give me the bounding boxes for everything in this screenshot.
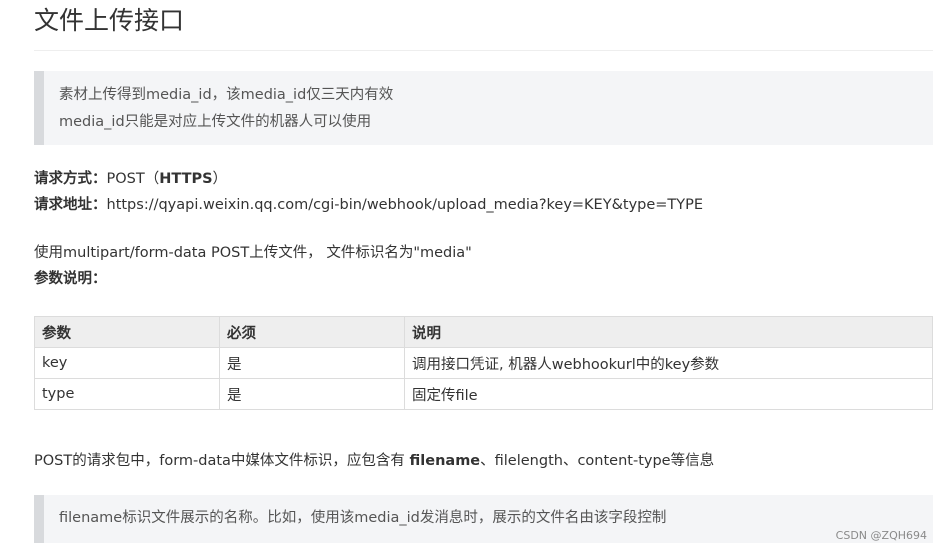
table-cell: 是 (219, 378, 405, 410)
request-method-label: 请求方式： (34, 171, 107, 187)
table-cell: 是 (219, 347, 405, 379)
notice-line: 素材上传得到media_id，该media_id仅三天内有效 (59, 87, 394, 103)
title-divider (34, 50, 933, 51)
page-title: 文件上传接口 (34, 6, 185, 35)
table-cell: 调用接口凭证, 机器人webhookurl中的key参数 (404, 347, 933, 379)
request-method-prefix: POST（ (106, 171, 160, 187)
request-url-label: 请求地址： (34, 197, 107, 213)
table-cell: 固定传file (404, 378, 933, 410)
table-header-row: 参数 必须 说明 (34, 316, 933, 348)
notice-blockquote: 素材上传得到media_id，该media_id仅三天内有效 media_id只… (34, 71, 933, 145)
params-label: 参数说明： (34, 271, 107, 287)
notice-line: media_id只能是对应上传文件的机器人可以使用 (59, 114, 372, 130)
csdn-watermark: CSDN @ZQH694 (835, 529, 927, 542)
request-method-protocol: HTTPS (159, 171, 213, 187)
request-method-suffix: ） (212, 171, 228, 187)
post-note-prefix: POST的请求包中，form-data中媒体文件标识，应包含有 (34, 453, 410, 469)
table-row: key 是 调用接口凭证, 机器人webhookurl中的key参数 (34, 347, 933, 379)
post-note: POST的请求包中，form-data中媒体文件标识，应包含有 filename… (34, 450, 714, 472)
table-cell: key (34, 347, 220, 379)
notice-line: filename标识文件展示的名称。比如，使用该media_id发消息时，展示的… (59, 510, 667, 526)
post-note-filename: filename (409, 453, 481, 469)
request-url: 请求地址：https://qyapi.weixin.qq.com/cgi-bin… (34, 194, 703, 216)
table-cell: type (34, 378, 220, 410)
request-url-value: https://qyapi.weixin.qq.com/cgi-bin/webh… (106, 197, 704, 213)
table-header: 必须 (219, 316, 405, 348)
request-method: 请求方式：POST（HTTPS） (34, 168, 227, 190)
filename-blockquote: filename标识文件展示的名称。比如，使用该media_id发消息时，展示的… (34, 495, 933, 543)
params-table: 参数 必须 说明 key 是 调用接口凭证, 机器人webhookurl中的ke… (34, 316, 933, 410)
post-note-suffix: 、filelength、content-type等信息 (480, 453, 715, 469)
usage-text: 使用multipart/form-data POST上传文件， 文件标识名为"m… (34, 245, 472, 261)
table-header: 说明 (404, 316, 933, 348)
table-header: 参数 (34, 316, 220, 348)
table-row: type 是 固定传file (34, 378, 933, 410)
